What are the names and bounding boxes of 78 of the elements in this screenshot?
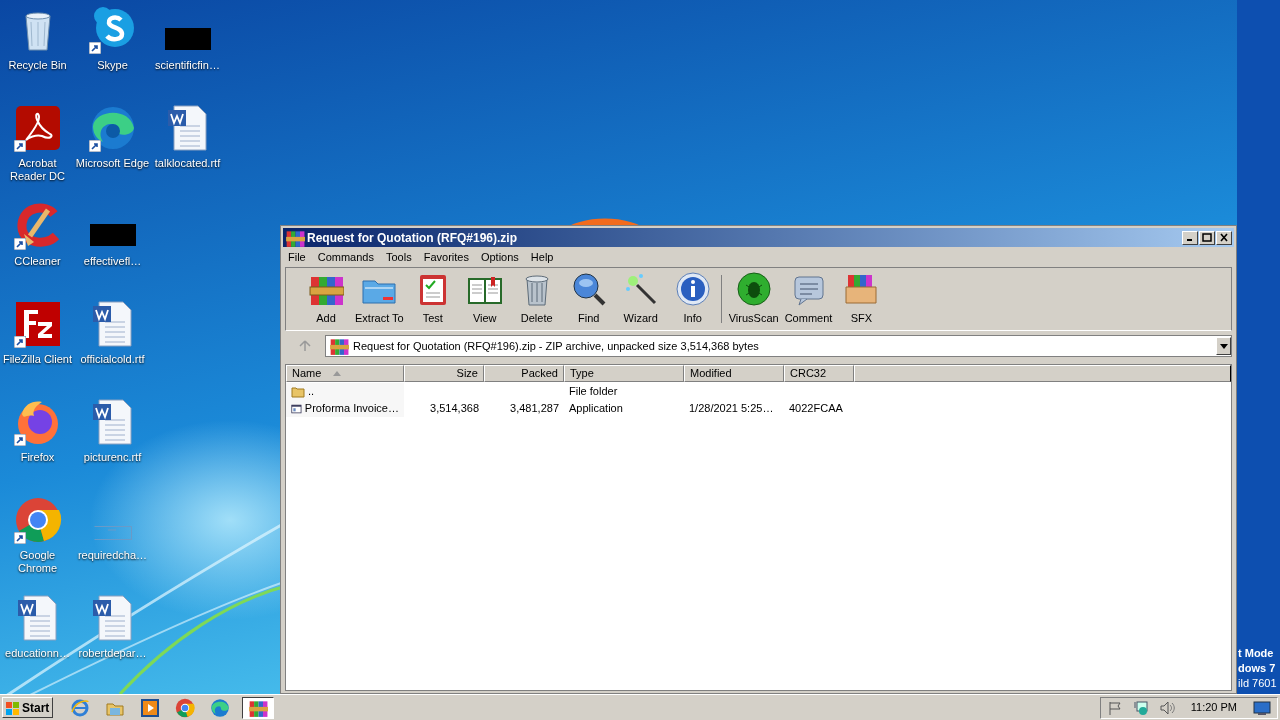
column-header[interactable]: Packed [484, 365, 564, 382]
toolbar-button[interactable]: Add [300, 271, 352, 327]
close-icon [1219, 233, 1229, 242]
window-title: Request for Quotation (RFQ#196).zip [307, 229, 517, 247]
folder-icon [291, 385, 305, 398]
speaker-icon [1158, 699, 1175, 716]
table-cell-text: Proforma Invoice… [304, 401, 399, 417]
table-cell-text: Application [569, 401, 623, 417]
icon-label[interactable]: Acrobat Reader DC [0, 157, 75, 183]
table-cell-text: 3,481,287 [510, 401, 559, 417]
filezilla-icon [13, 300, 62, 348]
maximize-button[interactable] [1199, 230, 1215, 245]
up-arrow-icon [299, 340, 311, 352]
icon-label[interactable]: talklocated.rtf [150, 157, 225, 170]
column-header[interactable]: Type [564, 365, 684, 382]
magnifier-icon [570, 271, 607, 308]
dropdown-button[interactable] [1216, 337, 1231, 355]
watermark-text: t Mode [1238, 646, 1274, 661]
info-icon [674, 271, 711, 308]
toolbar-button[interactable]: VirusScan [725, 271, 782, 327]
icon-label[interactable]: Recycle Bin [0, 59, 75, 72]
menu-item[interactable]: Tools [381, 248, 417, 266]
icon-label[interactable]: scientificfin… [150, 59, 225, 72]
column-header[interactable]: Modified [684, 365, 784, 382]
bug-icon [735, 271, 772, 308]
taskbar-button[interactable] [242, 696, 275, 719]
books-icon [329, 336, 349, 356]
redacted-icon [164, 28, 211, 50]
table-cell-text: 4022FCAA [789, 401, 843, 417]
toolbar-button[interactable]: Wizard [614, 271, 667, 327]
icon-label[interactable]: effectivefl… [75, 255, 150, 268]
toolbar-button[interactable]: Comment [781, 271, 836, 327]
start-button[interactable]: Start [2, 697, 54, 718]
table-cell-text: .. [308, 384, 315, 400]
acrobat-icon [13, 104, 62, 152]
network-icon [1132, 699, 1149, 716]
column-header[interactable]: Name [286, 365, 404, 382]
column-header[interactable]: Size [404, 365, 484, 382]
close-button[interactable] [1216, 230, 1232, 245]
caret-icon [1219, 343, 1228, 349]
toolbar-button[interactable]: Delete [510, 271, 563, 327]
ie-icon [70, 697, 91, 718]
icon-label[interactable]: Microsoft Edge [75, 157, 150, 170]
chrome-icon [13, 496, 62, 544]
maximize-icon [1202, 233, 1212, 242]
column-header[interactable]: CRC32 [784, 365, 854, 382]
icon-label[interactable]: Firefox [0, 451, 75, 464]
minimize-button[interactable] [1182, 230, 1198, 245]
flag-icon [1106, 699, 1123, 716]
toolbar-button[interactable]: Extract To [352, 271, 407, 327]
table-cell-text: 3,514,368 [430, 401, 479, 417]
icon-label[interactable]: FileZilla Client [0, 353, 75, 366]
menu-item[interactable]: Commands [312, 248, 379, 266]
windows-logo-icon [6, 700, 20, 715]
menu-item[interactable]: Options [475, 248, 524, 266]
toolbar-button[interactable]: View [458, 271, 511, 327]
icon-label[interactable]: Skype [75, 59, 150, 72]
edge-icon [210, 697, 231, 718]
icon-label[interactable]: picturenc.rtf [75, 451, 150, 464]
toolbar-button[interactable]: SFX [835, 271, 888, 327]
toolbar-button[interactable]: Test [406, 271, 459, 327]
blank-file-icon [93, 526, 132, 540]
table-cell-text: 1/28/2021 5:25… [689, 401, 774, 417]
watermark-text: ild 7601 [1238, 676, 1277, 691]
toolbar-button[interactable]: Info [666, 271, 719, 327]
address-field[interactable]: Request for Quotation (RFQ#196).zip - ZIP archive, unpacked size 3,514,368 bytes [325, 335, 1232, 357]
menu-item[interactable]: Favorites [418, 248, 474, 266]
icon-label[interactable]: officialcold.rtf [75, 353, 150, 366]
icon-label[interactable]: CCleaner [0, 255, 75, 268]
watermark-text: dows 7 [1238, 661, 1276, 676]
menu-item[interactable]: File [283, 248, 311, 266]
show-desktop-icon[interactable] [1253, 699, 1271, 716]
redacted-icon [89, 224, 136, 246]
menu-item[interactable]: Help [525, 248, 559, 266]
table-cell-text: File folder [569, 384, 618, 400]
clock[interactable]: 11:20 PM [1190, 699, 1237, 716]
toolbar-button[interactable]: Find [562, 271, 615, 327]
sort-arrow-icon [333, 371, 342, 376]
